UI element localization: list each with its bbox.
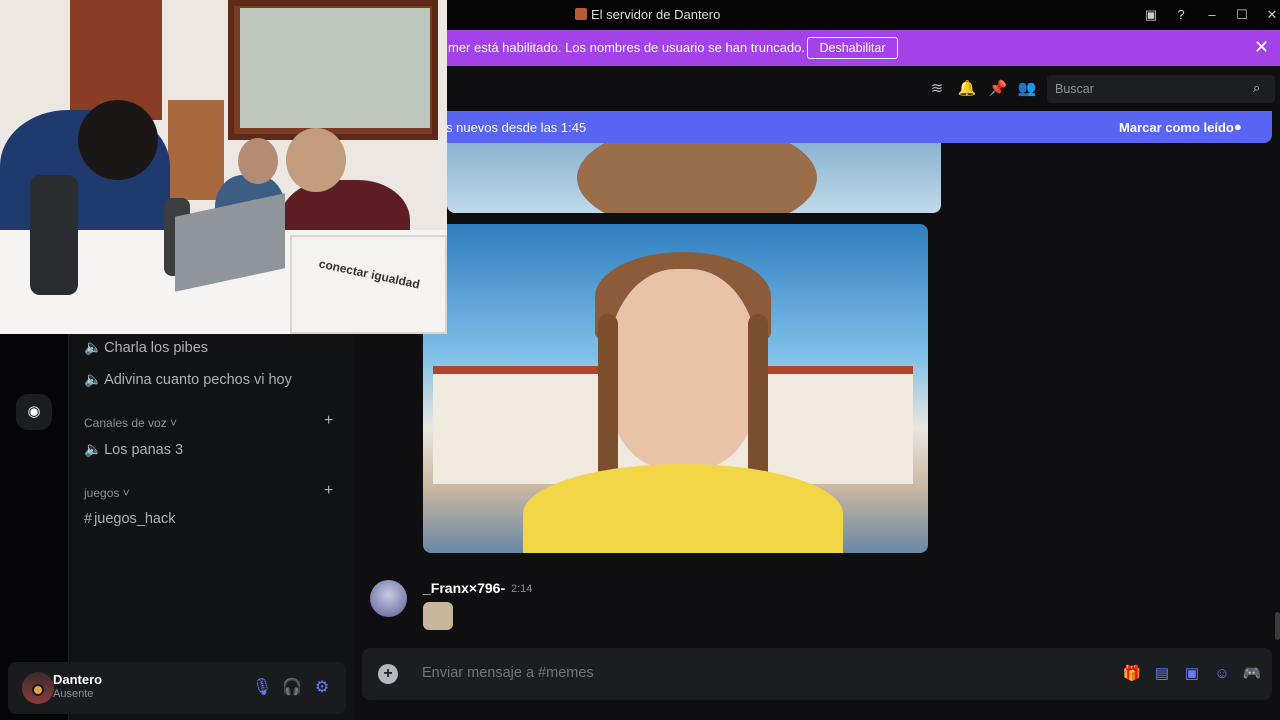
gift-icon[interactable]: 🎁	[1120, 662, 1144, 686]
channel-label: Los panas 3	[104, 442, 184, 458]
channel-label: Adivina cuanto pechos vi hoy	[104, 372, 292, 388]
message-author[interactable]: _Franx×796-	[423, 580, 505, 596]
window-title-text: El servidor de Dantero	[591, 7, 721, 22]
webcam-person-head	[78, 100, 158, 180]
mark-as-read-button[interactable]: Marcar como leído	[1119, 120, 1234, 135]
category-juegos[interactable]: juegos ˅	[84, 486, 130, 500]
user-status: Ausente	[53, 688, 94, 700]
channel-item-los-panas[interactable]: 🔈 Los panas 3	[84, 441, 183, 458]
close-window-icon[interactable]: ✕	[1262, 5, 1280, 25]
inbox-icon[interactable]: ▣	[1141, 5, 1161, 25]
pin-icon[interactable]: 📌	[987, 78, 1009, 100]
channel-label: juegos_hack	[94, 511, 176, 527]
compass-icon[interactable]: ◉	[16, 394, 52, 430]
message-timestamp: 2:14	[511, 583, 533, 595]
webcam-laptop-lid	[290, 235, 447, 334]
webcam-overlay: conectar igualdad	[0, 0, 447, 334]
speaker-icon: 🔈	[84, 442, 103, 458]
category-label: Canales de voz	[84, 416, 167, 430]
emoji-icon[interactable]: ☺	[1210, 662, 1234, 686]
category-label: juegos	[84, 486, 120, 500]
add-channel-icon[interactable]: +	[324, 482, 333, 500]
new-messages-bar[interactable]: s nuevos desde las 1:45 Marcar como leíd…	[420, 111, 1272, 143]
username: Dantero	[53, 672, 103, 687]
gif-icon[interactable]: ▤	[1150, 662, 1174, 686]
webcam-window-glass	[240, 8, 430, 128]
search-input[interactable]: Buscar	[1055, 82, 1094, 96]
threads-icon[interactable]: ≋	[926, 78, 948, 100]
channel-label: Charla los pibes	[104, 340, 209, 356]
webcam-person-head	[286, 128, 346, 192]
search-box[interactable]: Buscar ⌕	[1047, 75, 1275, 103]
webcam-thermos	[30, 175, 78, 295]
mark-read-icon: ●	[1234, 119, 1242, 134]
chat-scrollbar[interactable]	[1275, 612, 1280, 640]
settings-gear-icon[interactable]: ⚙	[310, 676, 334, 700]
channel-item-adivina[interactable]: 🔈 Adivina cuanto pechos vi hoy	[84, 371, 292, 388]
sticker-icon[interactable]: ▣	[1180, 662, 1204, 686]
add-channel-icon[interactable]: +	[324, 412, 333, 430]
banner-close-icon[interactable]: ✕	[1254, 37, 1269, 58]
banner-text: mer está habilitado. Los nombres de usua…	[448, 40, 805, 55]
members-icon[interactable]: 👥	[1016, 78, 1038, 100]
image-content	[577, 143, 817, 213]
message-avatar[interactable]	[370, 580, 407, 617]
idle-status-icon	[32, 684, 44, 696]
message-composer: + 🎁 ▤ ▣ ☺ 🎮	[362, 648, 1272, 700]
user-panel[interactable]: Dantero Ausente 🎙 🎧 ⚙	[8, 662, 346, 714]
speaker-icon: 🔈	[84, 340, 103, 356]
maximize-icon[interactable]: ☐	[1232, 5, 1252, 25]
webcam-person-head	[238, 138, 278, 184]
message-emoji-image[interactable]	[423, 602, 453, 630]
add-attachment-icon[interactable]: +	[378, 664, 398, 684]
attachment-image[interactable]	[423, 224, 928, 553]
hash-icon: #	[84, 511, 93, 527]
headphones-icon[interactable]: 🎧	[280, 676, 304, 700]
microphone-icon[interactable]: 🎙	[250, 676, 274, 700]
webcam-brick-wall	[168, 100, 224, 200]
image-content	[523, 464, 843, 553]
disable-button[interactable]: Deshabilitar	[807, 37, 898, 59]
notification-bell-icon[interactable]: 🔔	[956, 78, 978, 100]
category-voice[interactable]: Canales de voz ˅	[84, 416, 177, 430]
search-icon: ⌕	[1253, 80, 1261, 95]
chevron-down-icon: ˅	[166, 416, 178, 430]
new-messages-text: s nuevos desde las 1:45	[446, 120, 587, 135]
help-icon[interactable]: ?	[1171, 5, 1191, 25]
image-content	[608, 269, 758, 469]
speaker-icon: 🔈	[84, 372, 103, 388]
minimize-icon[interactable]: –	[1202, 5, 1222, 25]
window-title: El servidor de Dantero	[575, 7, 720, 22]
message-input[interactable]	[422, 665, 1022, 681]
attachment-image-previous[interactable]	[447, 143, 941, 213]
channel-item-juegos-hack[interactable]: # juegos_hack	[84, 511, 176, 527]
channel-item-charla[interactable]: 🔈 Charla los pibes	[84, 339, 208, 356]
chevron-down-icon: ˅	[119, 486, 130, 500]
server-icon	[575, 8, 587, 20]
activities-icon[interactable]: 🎮	[1240, 662, 1264, 686]
